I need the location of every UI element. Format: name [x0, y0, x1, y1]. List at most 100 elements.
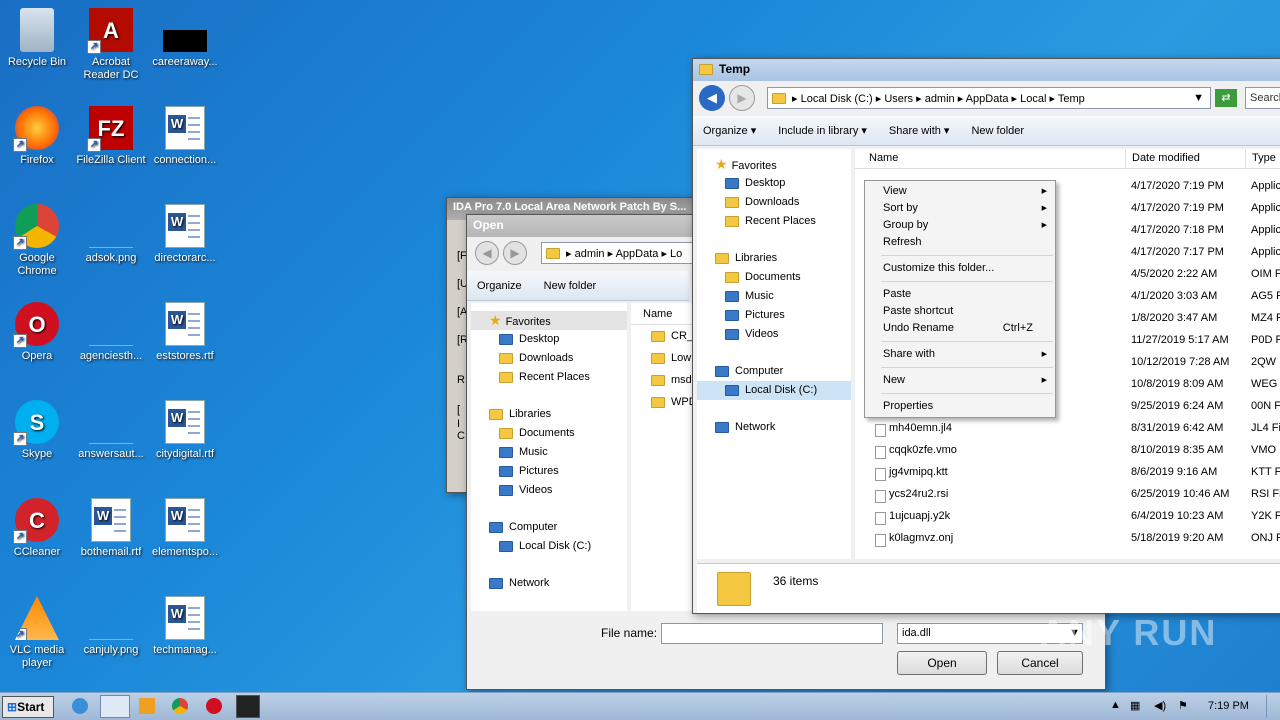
desktop-icon-agenciesth[interactable]: agenciesth... [74, 302, 148, 363]
chrome-taskbar-icon[interactable] [172, 698, 188, 714]
desktop-icon-techmanag[interactable]: techmanag... [148, 596, 222, 657]
desktop-icon-connection[interactable]: connection... [148, 106, 222, 167]
open-new-folder-button[interactable]: New folder [544, 280, 597, 292]
menu-item-paste-shortcut[interactable]: Paste shortcut [865, 303, 1055, 320]
desktop-icon-citydigital[interactable]: citydigital.rtf [148, 400, 222, 461]
open-folder-item[interactable]: WPDI [631, 391, 700, 413]
toolbar-new-folder[interactable]: New folder [971, 125, 1024, 137]
nav-favorites[interactable]: ★ Favorites [697, 155, 851, 174]
open-network[interactable]: Network [471, 574, 627, 593]
open-path-segment[interactable]: ▸ admin [566, 248, 605, 260]
file-row[interactable]: k0lagmvz.onj 5/18/2019 9:20 AM ONJ F [855, 529, 1280, 548]
open-address-bar[interactable]: ▸ admin ▸ AppData ▸ Lo [541, 242, 701, 264]
desktop-icon-adsok[interactable]: adsok.png [74, 204, 148, 265]
open-path-segment[interactable]: ▸ AppData [605, 248, 659, 260]
file-row[interactable]: jg4vmipq.ktt 8/6/2019 9:16 AM KTT Fi [855, 463, 1280, 482]
explorer-title-bar[interactable]: Temp [693, 59, 1280, 81]
open-nav-desktop[interactable]: Desktop [471, 330, 627, 349]
menu-item-paste[interactable]: Paste [865, 286, 1055, 303]
file-row[interactable]: 1ujcuapj.y2k 6/4/2019 10:23 AM Y2K Fi [855, 507, 1280, 526]
open-nav-pictures[interactable]: Pictures [471, 462, 627, 481]
nav-desktop[interactable]: Desktop [697, 174, 851, 193]
menu-item-view[interactable]: View [865, 183, 1055, 200]
desktop-icon-bothemail[interactable]: bothemail.rtf [74, 498, 148, 559]
open-nav-recent[interactable]: Recent Places [471, 368, 627, 387]
open-computer[interactable]: Computer [471, 518, 627, 537]
desktop-icon-ccleaner[interactable]: C ↗ CCleaner [0, 498, 74, 559]
breadcrumb-segment[interactable]: ▸ Temp [1046, 93, 1084, 105]
col-date[interactable]: Date modified [1125, 149, 1200, 168]
file-row[interactable]: mh40emn.jl4 8/31/2019 6:42 AM JL4 Fi [855, 419, 1280, 438]
file-row[interactable]: cqqk0zfe.vmo 8/10/2019 8:35 AM VMO F [855, 441, 1280, 460]
open-nav-music[interactable]: Music [471, 443, 627, 462]
toolbar-organize[interactable]: Organize ▾ [703, 124, 756, 137]
open-organize-button[interactable]: Organize [477, 280, 522, 292]
menu-item-sort-by[interactable]: Sort by [865, 200, 1055, 217]
desktop-icon-elementspo[interactable]: elementspo... [148, 498, 222, 559]
search-input[interactable]: Search [1245, 87, 1280, 109]
explorer-taskbar-icon[interactable] [100, 695, 130, 718]
forward-icon[interactable]: ▶ [503, 241, 527, 265]
tray-network-icon[interactable]: ▦ [1130, 699, 1140, 712]
flag-icon[interactable]: ⚑ [1178, 699, 1188, 712]
nav-network[interactable]: Network [697, 418, 851, 437]
cancel-button[interactable]: Cancel [997, 651, 1083, 675]
open-folder-item[interactable]: CR_E [631, 325, 700, 347]
nav-libraries[interactable]: Libraries [697, 249, 851, 268]
open-col-name[interactable]: Name [631, 303, 693, 325]
toolbar-share-with[interactable]: Share with ▾ [889, 124, 950, 137]
menu-item-group-by[interactable]: Group by [865, 217, 1055, 234]
menu-item-customize-this-folder-[interactable]: Customize this folder... [865, 260, 1055, 277]
menu-item-new[interactable]: New [865, 372, 1055, 389]
menu-item-share-with[interactable]: Share with [865, 346, 1055, 363]
menu-item-properties[interactable]: Properties [865, 398, 1055, 415]
nav-pictures[interactable]: Pictures [697, 306, 851, 325]
open-nav-documents[interactable]: Documents [471, 424, 627, 443]
open-nav-downloads[interactable]: Downloads [471, 349, 627, 368]
desktop-icon-opera[interactable]: O ↗ Opera [0, 302, 74, 363]
clock[interactable]: 7:19 PM [1208, 700, 1249, 712]
nav-recent-places[interactable]: Recent Places [697, 212, 851, 231]
file-row[interactable]: ycs24ru2.rsi 6/25/2019 10:46 AM RSI Fi [855, 485, 1280, 504]
col-name[interactable]: Name [869, 149, 898, 168]
col-type[interactable]: Type [1245, 149, 1276, 168]
open-favorites[interactable]: ★ Favorites [471, 311, 627, 330]
desktop-icon-eststores[interactable]: eststores.rtf [148, 302, 222, 363]
tray-expand-icon[interactable]: ▲ [1110, 699, 1121, 711]
nav-computer[interactable]: Computer [697, 362, 851, 381]
breadcrumb-segment[interactable]: ▸ AppData [955, 93, 1009, 105]
back-icon[interactable]: ◀ [475, 241, 499, 265]
volume-icon[interactable]: ◀) [1154, 699, 1166, 712]
open-libraries[interactable]: Libraries [471, 405, 627, 424]
nav-documents[interactable]: Documents [697, 268, 851, 287]
open-button[interactable]: Open [897, 651, 987, 675]
ida-taskbar-icon[interactable] [236, 695, 260, 718]
breadcrumb-segment[interactable]: ▸ Local [1009, 93, 1047, 105]
opera-taskbar-icon[interactable] [206, 698, 222, 714]
toolbar-include-in-library[interactable]: Include in library ▾ [778, 124, 867, 137]
open-folder-item[interactable]: Low [631, 347, 693, 369]
chevron-down-icon[interactable]: ▼ [1193, 92, 1204, 104]
desktop-icon-canjuly[interactable]: canjuly.png [74, 596, 148, 657]
breadcrumb-segment[interactable]: ▸ Local Disk (C:) [792, 93, 873, 105]
desktop-icon-vlc[interactable]: ↗ VLC media player [0, 596, 74, 670]
desktop-icon-directorarc[interactable]: directorarc... [148, 204, 222, 265]
open-nav-videos[interactable]: Videos [471, 481, 627, 500]
menu-item-undo-rename[interactable]: Undo Rename Ctrl+Z [865, 320, 1055, 337]
desktop-icon-recycle-bin[interactable]: Recycle Bin [0, 8, 74, 69]
open-path-segment[interactable]: ▸ Lo [658, 248, 682, 260]
nav-music[interactable]: Music [697, 287, 851, 306]
explorer-address-bar[interactable]: ▸ Local Disk (C:) ▸ Users ▸ admin ▸ AppD… [767, 87, 1211, 109]
media-player-icon[interactable] [139, 698, 155, 714]
start-button[interactable]: ⊞Start [2, 696, 54, 718]
desktop-icon-careeraway[interactable]: careeraway... [148, 8, 222, 69]
ie-icon[interactable] [72, 698, 88, 714]
breadcrumb-segment[interactable]: ▸ admin [913, 93, 955, 105]
breadcrumb-segment[interactable]: ▸ Users [873, 93, 913, 105]
desktop-icon-google-chrome[interactable]: ↗ Google Chrome [0, 204, 74, 278]
desktop-icon-answersaut[interactable]: answersaut... [74, 400, 148, 461]
desktop-icon-skype[interactable]: S ↗ Skype [0, 400, 74, 461]
file-name-input[interactable] [661, 623, 883, 644]
show-desktop-button[interactable] [1266, 695, 1278, 718]
forward-icon[interactable]: ▶ [729, 85, 755, 111]
